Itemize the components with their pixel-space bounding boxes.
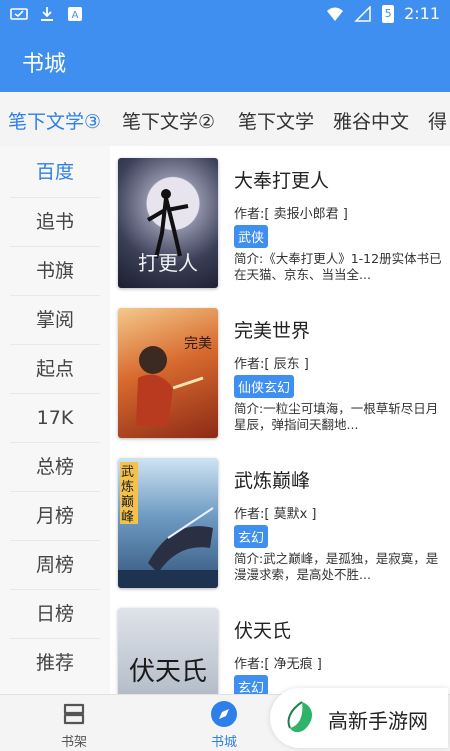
watermark: 高新手游网 — [270, 688, 448, 748]
book-title: 大奉打更人 — [234, 170, 330, 192]
cover-title-text: 打更人 — [138, 251, 198, 275]
sidebar-item-weekly-rank[interactable]: 周榜 — [0, 541, 110, 589]
list-item[interactable]: 伏天氏 伏天氏 作者:[ 净无痕 ] 玄幻 — [110, 596, 450, 694]
sidebar-item-daily-rank[interactable]: 日榜 — [0, 590, 110, 638]
book-description: 简介:一粒尘可填海，一根草斩尽日月星辰，弹指间天翻地... — [234, 401, 439, 432]
cast-icon — [10, 8, 28, 20]
book-title: 伏天氏 — [234, 620, 292, 642]
tab-bookshelf-label: 书架 — [60, 735, 87, 750]
sidebar-item-total-rank[interactable]: 总榜 — [0, 443, 110, 491]
cover-title-text: 武炼巅峰 — [121, 465, 134, 525]
book-author: 作者:[ 卖报小郎君 ] — [234, 207, 348, 222]
list-item[interactable]: 武炼巅峰 武炼巅峰 作者:[ 莫默x ] 玄幻 简介:武之巅峰，是孤独，是寂寞，… — [110, 446, 450, 596]
svg-text:完美: 完美 — [184, 336, 212, 352]
status-bar: A 5 2:11 — [0, 0, 450, 30]
app-bar: 书城 — [0, 30, 450, 92]
tab-source-4[interactable]: 雅谷中文 — [333, 107, 409, 134]
tab-bookstore[interactable]: 书城 — [194, 699, 254, 750]
genre-badge: 武侠 — [234, 225, 269, 248]
book-title: 完美世界 — [234, 320, 311, 342]
tab-source-5[interactable]: 得 — [428, 107, 447, 134]
sidebar-item-17k[interactable]: 17K — [0, 394, 110, 442]
svg-text:A: A — [72, 10, 79, 21]
sidebar-item-recommend[interactable]: 推荐 — [0, 639, 110, 687]
book-description: 简介:武之巅峰，是孤独，是寂寞，是漫漫求索，是高处不胜... — [234, 551, 439, 582]
battery-icon: 5 — [382, 4, 395, 23]
genre-badge: 玄幻 — [234, 525, 269, 548]
compass-icon — [211, 701, 237, 727]
wifi-icon — [327, 7, 344, 21]
list-item[interactable]: 打更人 大奉打更人 作者:[ 卖报小郎君 ] 武侠 简介:《大奉打更人》1-12… — [110, 146, 450, 296]
tab-source-3[interactable]: 笔下文学 — [238, 107, 314, 134]
sidebar-item-shuqi[interactable]: 书旗 — [0, 247, 110, 295]
source-tabs: 笔下文学③ 笔下文学② 笔下文学 雅谷中文 得 — [0, 92, 450, 147]
sidebar-item-zhuishu[interactable]: 追书 — [0, 198, 110, 246]
clock: 2:11 — [404, 4, 440, 23]
book-title: 武炼巅峰 — [234, 470, 311, 492]
bookshelf-icon — [63, 703, 85, 725]
tab-bookshelf[interactable]: 书架 — [44, 699, 104, 750]
category-sidebar: 百度 追书 书旗 掌阅 起点 17K 总榜 月榜 周榜 日榜 推荐 — [0, 146, 110, 694]
book-cover: 伏天氏 — [118, 608, 218, 694]
tab-source-1[interactable]: 笔下文学③ — [8, 107, 101, 134]
tab-bookstore-label: 书城 — [210, 735, 237, 750]
watermark-text: 高新手游网 — [328, 709, 428, 733]
sidebar-item-baidu[interactable]: 百度 — [0, 148, 110, 196]
book-description: 简介:《大奉打更人》1-12册实体书已在天猫、京东、当当全... — [234, 251, 442, 282]
a-badge-icon: A — [68, 7, 82, 21]
book-author: 作者:[ 净无痕 ] — [234, 657, 322, 672]
genre-badge: 仙侠玄幻 — [234, 375, 295, 398]
book-list: 打更人 大奉打更人 作者:[ 卖报小郎君 ] 武侠 简介:《大奉打更人》1-12… — [110, 146, 450, 694]
sidebar-item-qidian[interactable]: 起点 — [0, 345, 110, 393]
book-author: 作者:[ 莫默x ] — [234, 507, 317, 522]
leaf-logo-icon — [287, 701, 313, 733]
cover-title-text: 伏天氏 — [129, 657, 207, 687]
book-author: 作者:[ 辰东 ] — [234, 357, 309, 372]
book-cover: 武炼巅峰 — [118, 458, 218, 588]
genre-badge: 玄幻 — [234, 675, 269, 694]
list-item[interactable]: 完美 完美世界 作者:[ 辰东 ] 仙侠玄幻 简介:一粒尘可填海，一根草斩尽日月… — [110, 296, 450, 446]
sidebar-item-zhangyue[interactable]: 掌阅 — [0, 296, 110, 344]
book-cover: 打更人 — [118, 158, 218, 288]
signal-icon — [354, 5, 371, 22]
download-icon — [41, 7, 53, 21]
book-cover: 完美 — [118, 308, 218, 438]
page-title: 书城 — [22, 52, 67, 77]
sidebar-item-monthly-rank[interactable]: 月榜 — [0, 492, 110, 540]
tab-source-2[interactable]: 笔下文学② — [122, 107, 215, 134]
